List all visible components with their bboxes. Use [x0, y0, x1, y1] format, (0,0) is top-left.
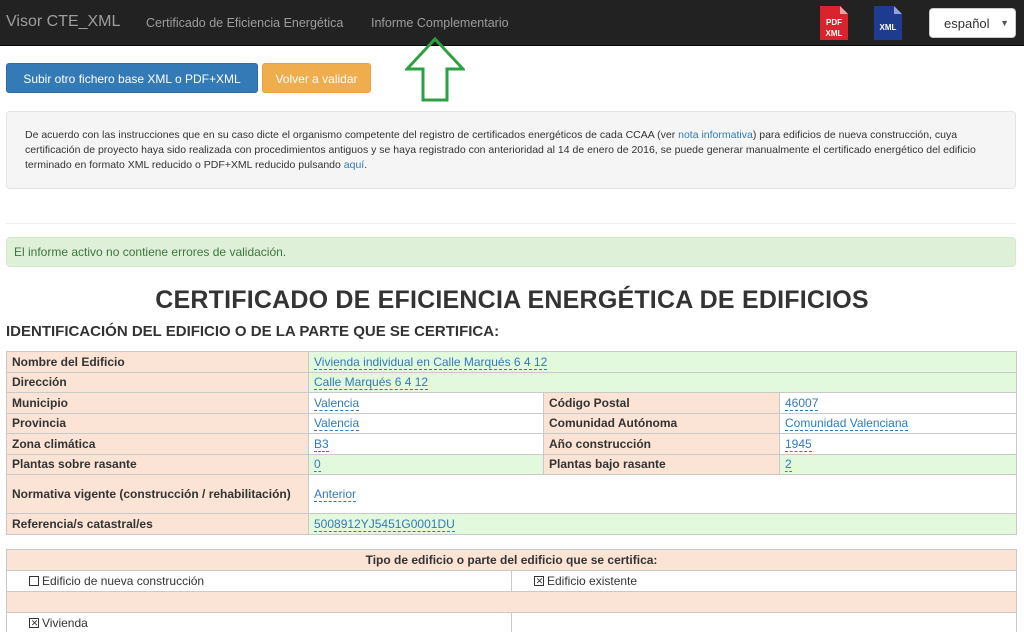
nav-certificado[interactable]: Certificado de Eficiencia Energética — [146, 16, 343, 30]
provincia-label: Provincia — [6, 412, 309, 434]
up-arrow-icon — [405, 37, 465, 102]
info-panel: De acuerdo con las instrucciones que en … — [6, 111, 1016, 189]
divider — [6, 223, 1016, 224]
blank-row — [6, 591, 1017, 613]
anio-value[interactable]: 1945 — [785, 436, 812, 452]
pdf-xml-label: XML — [826, 29, 843, 38]
brand[interactable]: Visor CTE_XML — [6, 13, 120, 31]
table-row: Normativa vigente (construcción / rehabi… — [6, 474, 1017, 514]
municipio-label: Municipio — [6, 392, 309, 414]
provincia-value[interactable]: Valencia — [314, 416, 360, 432]
nav-informe-complementario[interactable]: Informe Complementario — [371, 16, 509, 30]
table-row: Zona climática B3 Año construcción 1945 — [6, 433, 1017, 455]
table-row: Dirección Calle Marqués 6 4 12 — [6, 371, 1017, 393]
catastral-value[interactable]: 5008912YJ5451G0001DU — [314, 516, 455, 532]
nota-informativa-link[interactable]: nota informativa — [678, 129, 753, 141]
aqui-link[interactable]: aquí — [344, 159, 364, 171]
cp-value[interactable]: 46007 — [785, 395, 819, 411]
cp-cell: 46007 — [779, 392, 1017, 414]
nombre-value[interactable]: Vivienda individual en Calle Marqués 6 4… — [314, 354, 548, 370]
anio-cell: 1945 — [779, 433, 1017, 455]
direccion-value[interactable]: Calle Marqués 6 4 12 — [314, 375, 429, 391]
plantas-sobre-label: Plantas sobre rasante — [6, 453, 309, 475]
caret-down-icon: ▼ — [1000, 18, 1009, 28]
table-row: Nombre del Edificio Vivienda individual … — [6, 351, 1017, 373]
nueva-construccion-label: Edificio de nueva construcción — [42, 574, 205, 588]
provincia-cell: Valencia — [308, 412, 544, 434]
table-row: Edificio de nueva construcción Edificio … — [6, 570, 1017, 592]
empty-cell — [511, 612, 1017, 632]
info-text-1: De acuerdo con las instrucciones que en … — [25, 129, 679, 141]
building-type-table: Tipo de edificio o parte del edificio qu… — [6, 549, 1017, 632]
plantas-bajo-value[interactable]: 2 — [785, 457, 792, 473]
vivienda-option: Vivienda — [6, 612, 512, 632]
vivienda-label: Vivienda — [42, 616, 88, 630]
top-navbar: Visor CTE_XML Certificado de Eficiencia … — [0, 0, 1024, 46]
table-row: Provincia Valencia Comunidad Autónoma Co… — [6, 412, 1017, 434]
validation-alert: El informe activo no contiene errores de… — [6, 237, 1016, 267]
nombre-label: Nombre del Edificio — [6, 351, 309, 373]
checkbox-unchecked-icon[interactable] — [29, 576, 39, 586]
plantas-sobre-cell: 0 — [308, 453, 544, 475]
normativa-label: Normativa vigente (construcción / rehabi… — [6, 474, 309, 514]
ccaa-label: Comunidad Autónoma — [543, 412, 780, 434]
table-row: Tipo de edificio o parte del edificio qu… — [6, 549, 1017, 571]
checkbox-checked-icon[interactable] — [534, 575, 544, 587]
xml-icon[interactable]: XML — [874, 6, 902, 40]
catastral-cell: 5008912YJ5451G0001DU — [308, 513, 1017, 535]
edificio-existente-option: Edificio existente — [511, 570, 1017, 592]
ccaa-cell: Comunidad Valenciana — [779, 412, 1017, 434]
anio-label: Año construcción — [543, 433, 780, 455]
page-title: CERTIFICADO DE EFICIENCIA ENERGÉTICA DE … — [155, 286, 869, 314]
identification-table: Nombre del Edificio Vivienda individual … — [6, 351, 1017, 535]
table-row: Vivienda — [6, 612, 1017, 632]
table-row — [6, 591, 1017, 613]
upload-file-button[interactable]: Subir otro fichero base XML o PDF+XML — [6, 63, 258, 93]
zona-value[interactable]: B3 — [314, 436, 329, 452]
table-row: Municipio Valencia Código Postal 46007 — [6, 392, 1017, 414]
catastral-label: Referencia/s catastral/es — [6, 513, 309, 535]
revalidate-button[interactable]: Volver a validar — [262, 63, 371, 93]
xml-label: XML — [880, 23, 897, 32]
language-select[interactable]: español ▼ — [929, 8, 1016, 38]
plantas-sobre-value[interactable]: 0 — [314, 457, 321, 473]
direccion-cell: Calle Marqués 6 4 12 — [308, 371, 1017, 393]
section-title: IDENTIFICACIÓN DEL EDIFICIO O DE LA PART… — [6, 323, 500, 340]
table-row: Plantas sobre rasante 0 Plantas bajo ras… — [6, 453, 1017, 475]
checkbox-checked-icon[interactable] — [29, 617, 39, 629]
zona-cell: B3 — [308, 433, 544, 455]
table-row: Referencia/s catastral/es 5008912YJ5451G… — [6, 513, 1017, 535]
zona-label: Zona climática — [6, 433, 309, 455]
plantas-bajo-cell: 2 — [779, 453, 1017, 475]
direccion-label: Dirección — [6, 371, 309, 393]
nombre-cell: Vivienda individual en Calle Marqués 6 4… — [308, 351, 1017, 373]
language-value: español — [944, 16, 990, 31]
pdf-label: PDF — [826, 18, 842, 27]
normativa-cell: Anterior — [308, 474, 1017, 514]
municipio-cell: Valencia — [308, 392, 544, 414]
nueva-construccion-option: Edificio de nueva construcción — [6, 570, 512, 592]
edificio-existente-label: Edificio existente — [547, 574, 638, 588]
municipio-value[interactable]: Valencia — [314, 395, 360, 411]
info-text-3: . — [364, 159, 368, 171]
ccaa-value[interactable]: Comunidad Valenciana — [785, 416, 909, 432]
pdf-xml-icon[interactable]: PDF XML — [820, 6, 848, 40]
plantas-bajo-label: Plantas bajo rasante — [543, 453, 780, 475]
cp-label: Código Postal — [543, 392, 780, 414]
building-type-header: Tipo de edificio o parte del edificio qu… — [6, 549, 1017, 571]
normativa-value[interactable]: Anterior — [314, 486, 357, 502]
